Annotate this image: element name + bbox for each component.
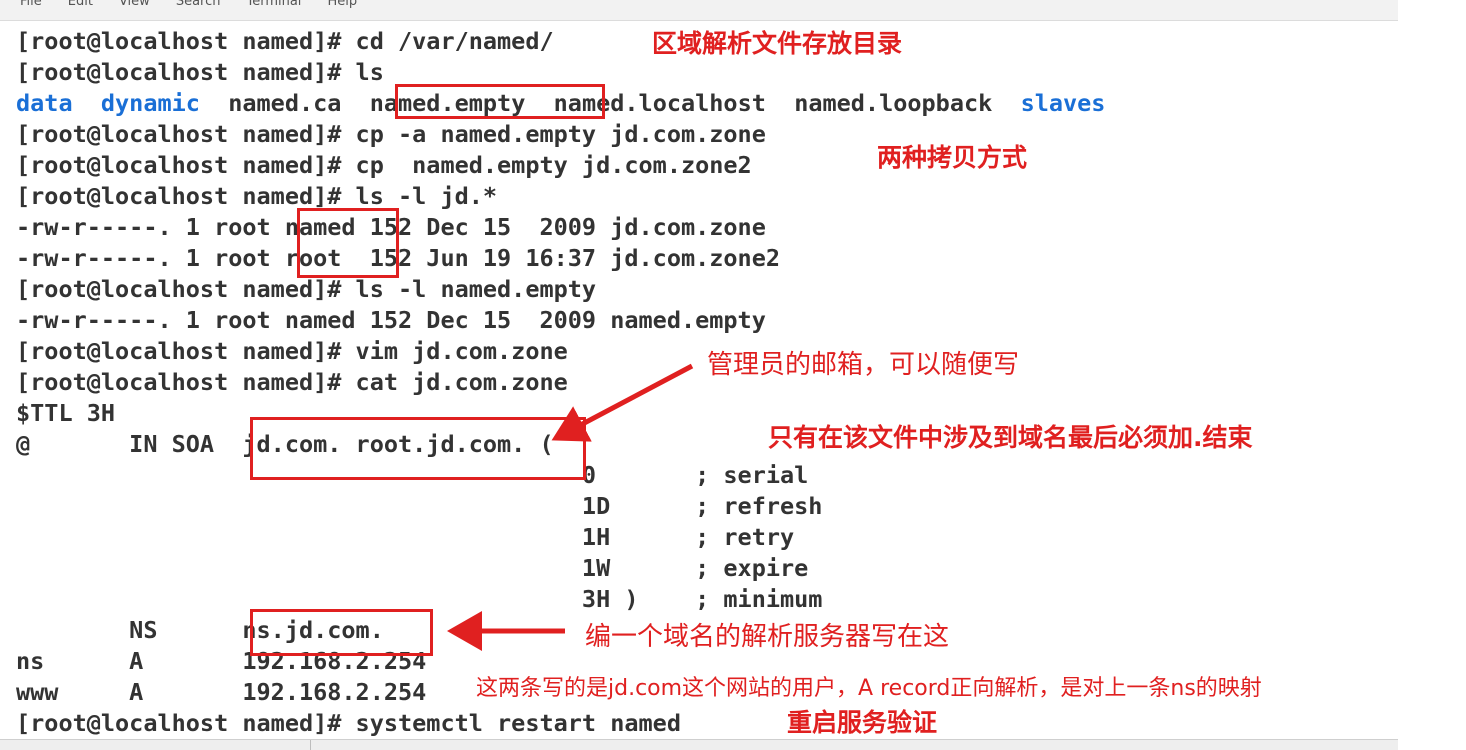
arrow-to-soa xyxy=(551,363,694,442)
annotation-ns-server: 编一个域名的解析服务器写在这 xyxy=(585,622,950,652)
annotation-restart: 重启服务验证 xyxy=(787,708,938,737)
scrollbar-area[interactable] xyxy=(0,739,1398,750)
annotation-a-records: 这两条写的是jd.com这个网站的用户，A record正向解析，是对上一条ns… xyxy=(476,676,1262,701)
annotation-admin-email: 管理员的邮箱，可以随便写 xyxy=(707,350,1020,380)
annotation-copy-methods: 两种拷贝方式 xyxy=(877,143,1028,172)
annotation-trailing-dot: 只有在该文件中涉及到域名最后必须加.结束 xyxy=(768,423,1253,452)
annotation-zone-dir: 区域解析文件存放目录 xyxy=(652,29,903,58)
